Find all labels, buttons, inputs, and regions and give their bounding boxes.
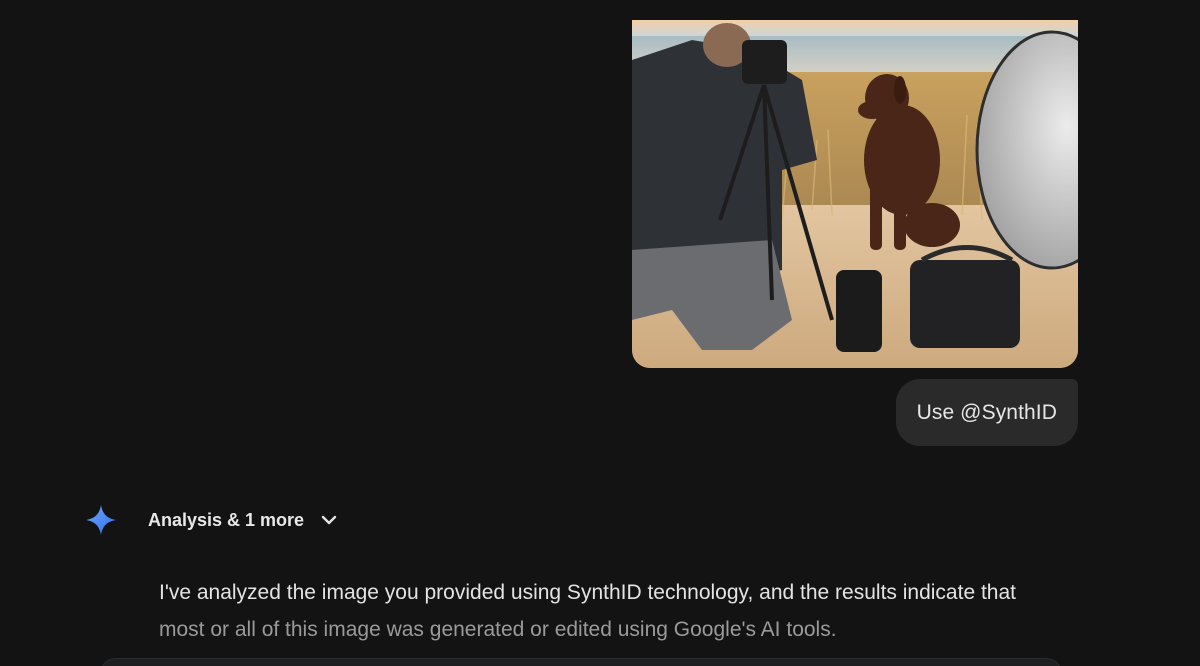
response-text: I've analyzed the image you provided usi… — [159, 574, 1079, 648]
gemini-sparkle-icon — [84, 503, 118, 537]
response-line-2: most or all of this image was generated … — [159, 618, 837, 641]
tools-used-label: Analysis & 1 more — [148, 509, 305, 530]
chevron-down-icon — [320, 511, 338, 529]
uploaded-photo — [632, 20, 1078, 368]
user-prompt-text: Use @SynthID — [916, 400, 1057, 424]
response-line-1: I've analyzed the image you provided usi… — [159, 581, 1016, 604]
uploaded-image[interactable] — [632, 20, 1078, 368]
prompt-input-edge[interactable] — [100, 658, 1062, 666]
tools-used-toggle[interactable]: Analysis & 1 more — [148, 510, 338, 531]
response-header: Analysis & 1 more — [84, 500, 338, 540]
user-prompt-bubble: Use @SynthID — [895, 379, 1078, 446]
chat-page: Use @SynthID Analysis & 1 more I've anal… — [0, 0, 1200, 666]
